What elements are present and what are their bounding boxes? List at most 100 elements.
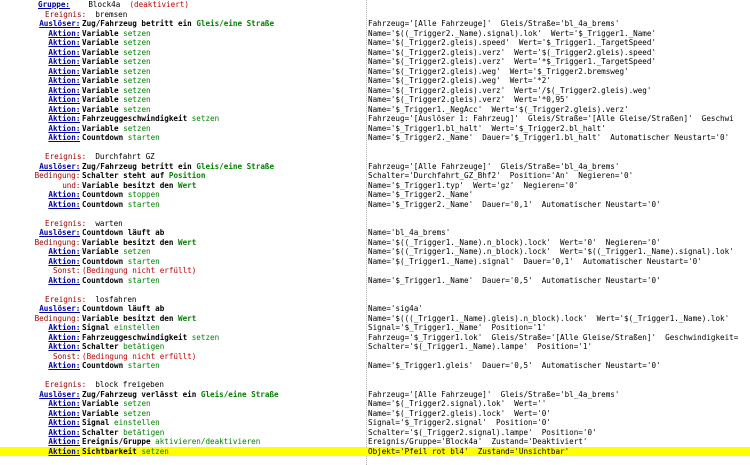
script-line[interactable]: Aktion: Ereignis/Gruppe aktivieren/deakti… — [0, 437, 750, 447]
line-verb: setzen — [123, 47, 151, 57]
event-row[interactable]: Ereignis: Durchfahrt GZ — [0, 152, 750, 162]
script-line[interactable]: Aktion: Variable setzen Name='$_Trigger1.b… — [0, 124, 750, 134]
line-else-note: (Bedingung nicht erfüllt) — [82, 266, 197, 275]
script-line[interactable]: Aktion: Signal einstellen Signal='$_Trigge… — [0, 418, 750, 428]
event-title: losfahren — [95, 294, 137, 304]
script-line[interactable]: Aktion: Countdown starten Name='$(_Trigger… — [0, 257, 750, 267]
event-title: block freigeben — [95, 380, 164, 389]
line-verb: setzen — [123, 38, 151, 47]
script-line[interactable]: Aktion: Countdown starten Name='$_Trigger1… — [0, 361, 750, 371]
script-line[interactable]: Aktion: Schalter betätigen Schalter='$(_Tr… — [0, 342, 750, 352]
line-params-cell: Name='$_Trigger2._Name' Dauer='0,1' Auto… — [368, 200, 750, 210]
line-main-cell: Variable besitzt den Wert — [82, 314, 364, 324]
script-line[interactable]: und: Variable besitzt den Wert Name='$_Tri… — [0, 181, 750, 191]
line-main-cell: Variable setzen — [82, 409, 364, 419]
line-type-cell: Aktion: — [48, 29, 80, 39]
line-main: Countdown — [82, 275, 124, 285]
script-line[interactable]: Aktion: Countdown starten Name='$_Trigger2… — [0, 200, 750, 210]
line-main: Variable — [82, 104, 119, 114]
event-row[interactable]: Ereignis: losfahren — [0, 295, 750, 305]
line-main: Variable besitzt den — [82, 313, 174, 323]
script-line[interactable]: Aktion: Variable setzen Name='$(_Trigger2.… — [0, 48, 750, 58]
script-line[interactable]: Bedingung: Variable besitzt den Wert Name=… — [0, 238, 750, 248]
line-verb: starten — [127, 133, 160, 142]
line-type-cell: Aktion: — [48, 409, 80, 419]
event-row[interactable]: Ereignis: block freigeben — [0, 380, 750, 390]
script-line[interactable]: Aktion: Schalter betätigen Schalter='$(_Tr… — [0, 428, 750, 438]
line-verb: Wert — [178, 237, 197, 247]
event-cell: Ereignis: warten — [45, 219, 123, 229]
blank-row[interactable] — [0, 371, 750, 381]
script-line[interactable]: Auslöser: Countdown läuft ab Name='bl_4a_b… — [0, 228, 750, 238]
script-line[interactable]: Aktion: Variable setzen Name='$(_Trigger2.… — [0, 409, 750, 419]
line-type: Aktion: — [48, 247, 81, 256]
script-line[interactable]: Aktion: Fahrzeuggeschwindigkeit setzen Fah… — [0, 114, 750, 124]
line-main: Countdown — [82, 190, 124, 199]
line-main: Variable — [82, 76, 119, 85]
script-line[interactable]: Aktion: Variable setzen Name='$_Trigger1._… — [0, 105, 750, 115]
line-main-cell: Variable setzen — [82, 399, 364, 409]
line-main-cell: Schalter steht auf Position — [82, 171, 364, 181]
line-type-cell: Aktion: — [48, 333, 80, 343]
line-type-cell: Aktion: — [48, 342, 80, 352]
script-line[interactable]: Aktion: Variable setzen Name='$(_Trigger2.… — [0, 399, 750, 409]
script-line[interactable]: Auslöser: Zug/Fahrzeug betritt ein Gleis/… — [0, 162, 750, 172]
script-line[interactable]: Aktion: Variable setzen Name='$(_Trigger2.… — [0, 38, 750, 48]
line-verb: stoppen — [127, 190, 160, 199]
line-type: Aktion: — [48, 190, 81, 199]
script-line[interactable]: Aktion: Sichtbarkeit setzen Objekt='Pfeil … — [0, 446, 750, 457]
group-label: Gruppe: — [38, 0, 71, 9]
line-type-cell: Aktion: — [48, 437, 80, 447]
line-params-cell: Fahrzeug='[Alle Fahrzeuge]' Gleis/Straße… — [368, 19, 750, 29]
script-line[interactable]: Aktion: Variable setzen Name='$(_Trigger2.… — [0, 95, 750, 105]
blank-row[interactable] — [0, 285, 750, 295]
blank-row[interactable] — [0, 143, 750, 153]
script-line[interactable]: Aktion: Signal einstellen Signal='$_Trigge… — [0, 323, 750, 333]
script-line[interactable]: Aktion: Variable setzen Name='$(_Trigger2.… — [0, 86, 750, 96]
script-line[interactable]: Aktion: Fahrzeuggeschwindigkeit setzen Fah… — [0, 333, 750, 343]
script-line[interactable]: Sonst: (Bedingung nicht erfüllt) — [0, 352, 750, 362]
line-type-cell: Aktion: — [48, 57, 80, 67]
event-row[interactable]: Ereignis: bremsen — [0, 10, 750, 20]
script-line[interactable]: Aktion: Countdown stoppen Name='$_Trigger2… — [0, 190, 750, 200]
line-params: Name='$_Trigger1.bl_halt' Wert='$_Trigge… — [368, 123, 606, 133]
event-cell: Ereignis: Durchfahrt GZ — [45, 152, 155, 162]
line-verb: starten — [127, 199, 160, 209]
line-type-cell: Aktion: — [48, 190, 80, 200]
line-params: Signal='$_Trigger1._Name' Position='1' — [368, 323, 547, 332]
line-verb: setzen — [191, 114, 220, 123]
line-type: Aktion: — [48, 199, 81, 209]
event-row[interactable]: Ereignis: warten — [0, 219, 750, 229]
script-line[interactable]: Auslöser: Countdown läuft ab Name='sig4a' — [0, 304, 750, 314]
line-main: Countdown läuft ab — [82, 228, 165, 237]
script-line[interactable]: Aktion: Variable setzen Name='$(_Trigger2.… — [0, 76, 750, 86]
script-line[interactable]: Auslöser: Zug/Fahrzeug betritt ein Gleis/… — [0, 19, 750, 29]
line-main-cell: Zug/Fahrzeug betritt ein Gleis/eine Stra… — [82, 19, 364, 29]
script-line[interactable]: Aktion: Variable setzen Name='$(_Trigger2.… — [0, 67, 750, 77]
line-params-cell: Name='$(_Trigger2.gleis).verz' Wert='$(_… — [368, 48, 750, 58]
line-params-cell: Fahrzeug='[Alle Fahrzeuge]' Gleis/Straße… — [368, 390, 750, 400]
line-type-cell: Sonst: — [53, 266, 80, 276]
script-line[interactable]: Sonst: (Bedingung nicht erfüllt) — [0, 266, 750, 276]
script-line[interactable]: Aktion: Variable setzen Name='$((_Trigger1… — [0, 247, 750, 257]
script-line[interactable]: Aktion: Countdown starten Name='$_Trigger2… — [0, 133, 750, 143]
line-main-cell: Variable setzen — [82, 57, 364, 67]
line-type: Aktion: — [48, 66, 81, 76]
line-params-cell: Objekt='Pfeil rot bl4' Zustand='Unsichtb… — [368, 447, 750, 457]
line-type: Sonst: — [53, 351, 81, 361]
line-type: Auslöser: — [39, 228, 81, 237]
script-line[interactable]: Bedingung: Schalter steht auf Position Sch… — [0, 171, 750, 181]
script-line[interactable]: Aktion: Variable setzen Name='$(_Trigger2.… — [0, 57, 750, 67]
script-line[interactable]: Aktion: Countdown starten Name='$_Trigger1… — [0, 276, 750, 286]
line-type: Bedingung: — [34, 237, 81, 247]
script-line[interactable]: Auslöser: Zug/Fahrzeug verlässt ein Gleis… — [0, 390, 750, 400]
group-row[interactable]: Gruppe: Block4a (deaktiviert) — [0, 0, 750, 10]
script-line[interactable]: Bedingung: Variable besitzt den Wert Name=… — [0, 314, 750, 324]
blank-row[interactable] — [0, 209, 750, 219]
line-params: Fahrzeug='$_Trigger1.lok' Gleis/Straße='… — [368, 332, 739, 342]
line-params-cell: Schalter='Durchfahrt_GZ_Bhf2' Position='… — [368, 171, 750, 181]
line-params-cell: Fahrzeug='[Auslöser 1: Fahrzeug]' Gleis/… — [368, 114, 750, 124]
line-main-cell: Zug/Fahrzeug betritt ein Gleis/eine Stra… — [82, 162, 364, 172]
script-line[interactable]: Aktion: Variable setzen Name='$((_Trigger2… — [0, 29, 750, 39]
